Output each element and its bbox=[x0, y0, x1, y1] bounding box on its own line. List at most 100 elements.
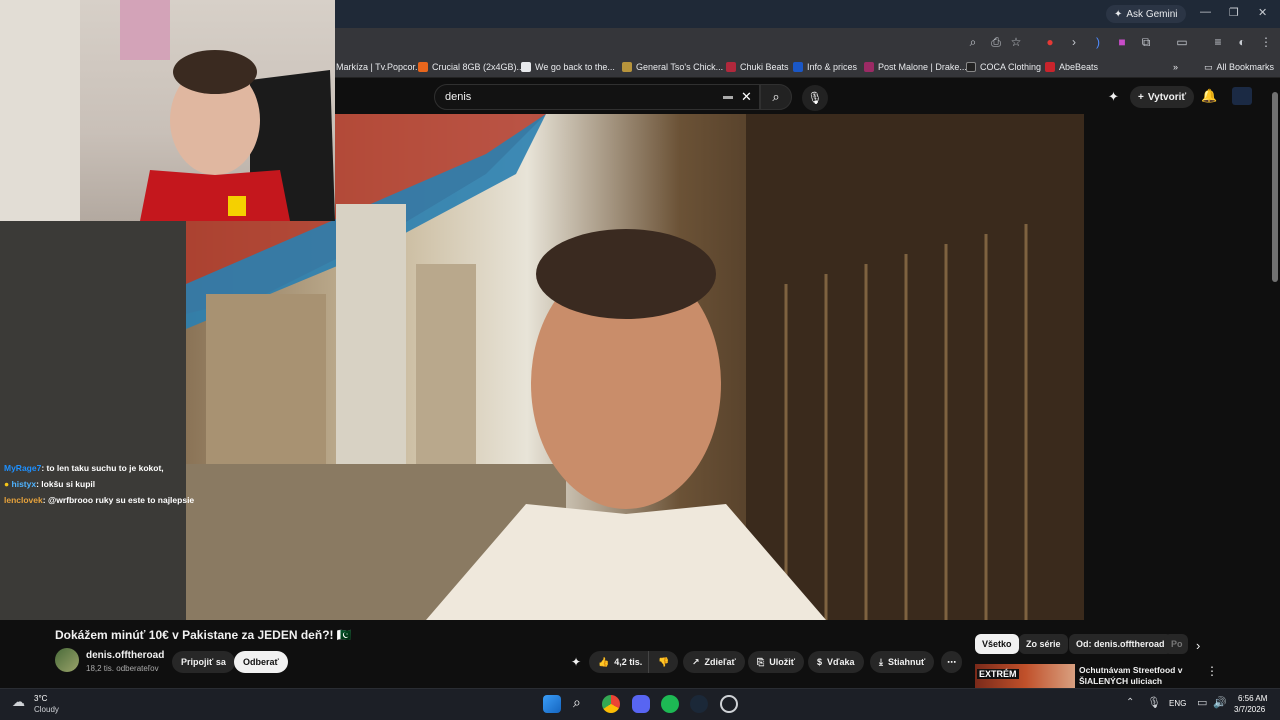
chat-username[interactable]: histyx bbox=[12, 479, 37, 489]
extension-arrow-icon[interactable]: › bbox=[1066, 34, 1082, 50]
steam-taskbar-icon[interactable] bbox=[690, 695, 708, 713]
ai-assist-icon[interactable]: ✦ bbox=[1108, 89, 1119, 105]
super-thanks-icon: $ bbox=[817, 657, 823, 667]
microphone-tray-icon[interactable]: 🎙 bbox=[1147, 696, 1161, 709]
bookmarks-overflow-icon[interactable]: » bbox=[1173, 59, 1178, 75]
create-button[interactable]: + Vytvoriť bbox=[1130, 86, 1195, 108]
thumbs-down-icon: 👎 bbox=[658, 656, 670, 667]
cloudy-weather-icon[interactable]: ☁ bbox=[12, 694, 25, 710]
voice-search-button[interactable]: 🎙 bbox=[802, 85, 828, 111]
chat-message: MyRage7: to len taku suchu to je kokot, bbox=[4, 463, 164, 473]
tray-overflow-icon[interactable]: ⌃ bbox=[1126, 697, 1134, 708]
bookmark-item[interactable]: Chuki Beats bbox=[726, 59, 789, 75]
bookmark-item[interactable]: Post Malone | Drake... bbox=[864, 59, 967, 75]
tab-search-icon[interactable]: ▭ bbox=[1174, 34, 1190, 50]
weather-description: Cloudy bbox=[34, 705, 59, 714]
chat-username[interactable]: lenclovek bbox=[4, 495, 43, 505]
search-icon: ⌕ bbox=[772, 89, 780, 104]
channel-avatar[interactable] bbox=[55, 648, 79, 672]
media-control-icon[interactable]: ≡ bbox=[1210, 34, 1226, 50]
dislike-button[interactable]: 👎 bbox=[648, 651, 679, 673]
extension-audio-icon[interactable]: ) bbox=[1090, 34, 1106, 50]
bookmark-favicon-icon bbox=[622, 62, 632, 72]
gemini-sparkle-icon: ✦ bbox=[1114, 8, 1123, 20]
chat-message: ● histyx: lokšu si kupil bbox=[4, 479, 96, 489]
chip-from-channel[interactable]: Od: denis.offtheroad bbox=[1069, 634, 1172, 654]
recommended-title: Ochutnávam Streetfood v ŠIALENÝCH ulicia… bbox=[1079, 665, 1183, 688]
bookmark-item[interactable]: COCA Clothing bbox=[966, 59, 1041, 75]
like-button[interactable]: 👍 4,2 tis. bbox=[589, 651, 653, 673]
clear-search-icon[interactable]: ✕ bbox=[741, 89, 752, 105]
download-icon: ⤓ bbox=[879, 656, 883, 667]
thanks-button[interactable]: $ Vďaka bbox=[808, 651, 864, 673]
start-windows-icon[interactable] bbox=[543, 695, 561, 713]
microphone-icon: 🎙 bbox=[807, 91, 823, 105]
search-input[interactable]: denis ▬ ✕ bbox=[434, 84, 760, 110]
recommended-video[interactable]: EXTRÉM Ochutnávam Streetfood v ŠIALENÝCH… bbox=[975, 664, 1205, 688]
bookmark-favicon-icon bbox=[966, 62, 976, 72]
share-button[interactable]: ↗ Zdieľať bbox=[683, 651, 745, 673]
streamer-webcam bbox=[0, 0, 335, 221]
save-button[interactable]: ⎘ Uložiť bbox=[748, 651, 805, 673]
install-app-icon[interactable]: ⎙ bbox=[988, 34, 1004, 50]
restore-icon[interactable]: ❐ bbox=[1229, 6, 1239, 19]
profile-avatar-icon[interactable]: ◐ bbox=[1234, 34, 1250, 50]
extensions-puzzle-icon[interactable]: ⧉ bbox=[1138, 34, 1154, 50]
chip-series[interactable]: Zo série bbox=[1019, 634, 1068, 654]
notifications-bell-icon[interactable]: 🔔 bbox=[1201, 88, 1217, 104]
volume-icon[interactable]: 🔊 bbox=[1213, 696, 1227, 709]
bookmark-favicon-icon bbox=[864, 62, 874, 72]
ask-gemini-button[interactable]: ✦ Ask Gemini bbox=[1106, 5, 1186, 23]
bookmark-item[interactable]: Crucial 8GB (2x4GB)... bbox=[418, 59, 524, 75]
browser-menu-icon[interactable]: ⋮ bbox=[1258, 34, 1274, 50]
channel-subscriber-count: 18,2 tis. odberateľov bbox=[86, 664, 159, 673]
bookmark-item[interactable]: Markíza | Tv.Popcor... bbox=[336, 59, 423, 75]
more-vertical-icon[interactable]: ⋮ bbox=[1206, 664, 1218, 678]
bookmark-item[interactable]: General Tso's Chick... bbox=[622, 59, 723, 75]
clock-date[interactable]: 3/7/2026 bbox=[1234, 705, 1265, 714]
weather-temperature[interactable]: 3°C bbox=[34, 694, 47, 703]
bookmark-favicon-icon bbox=[521, 62, 531, 72]
discord-taskbar-icon[interactable] bbox=[632, 695, 650, 713]
chip-overflow[interactable]: Po bbox=[1164, 634, 1188, 654]
bookmark-item[interactable]: AbeBeats bbox=[1045, 59, 1098, 75]
bookmark-favicon-icon bbox=[418, 62, 428, 72]
account-avatar[interactable] bbox=[1232, 87, 1252, 105]
taskbar-search-icon[interactable]: ⌕ bbox=[573, 694, 581, 711]
extension-red-icon[interactable]: ● bbox=[1042, 34, 1058, 50]
page-scrollbar[interactable] bbox=[1272, 92, 1278, 282]
zoom-icon[interactable]: ⌕ bbox=[965, 34, 981, 50]
search-button[interactable]: ⌕ bbox=[760, 84, 792, 110]
close-window-icon[interactable]: ✕ bbox=[1258, 6, 1267, 19]
join-button[interactable]: Pripojiť sa bbox=[172, 651, 235, 673]
extension-purple-icon[interactable]: ■ bbox=[1114, 34, 1130, 50]
download-button[interactable]: ⤓ Stiahnuť bbox=[870, 651, 935, 673]
minimize-icon[interactable]: — bbox=[1200, 6, 1211, 18]
network-icon[interactable]: ▭ bbox=[1197, 696, 1207, 709]
chip-all[interactable]: Všetko bbox=[975, 634, 1019, 654]
chevron-right-icon[interactable]: › bbox=[1196, 638, 1200, 653]
bookmark-item[interactable]: Info & prices bbox=[793, 59, 857, 75]
chat-message: lenclovek: @wrfbrooo ruky su este to naj… bbox=[4, 495, 195, 505]
webcam-frame-illustration bbox=[0, 0, 335, 221]
thumbs-up-icon: 👍 bbox=[598, 656, 610, 667]
channel-name[interactable]: denis.offtheroad bbox=[86, 650, 164, 661]
bookmark-star-icon[interactable]: ☆ bbox=[1008, 34, 1024, 50]
app-taskbar-icon[interactable] bbox=[720, 695, 738, 713]
all-bookmarks-button[interactable]: ▭ All Bookmarks bbox=[1204, 59, 1274, 75]
share-arrow-icon: ↗ bbox=[692, 656, 700, 667]
chat-username[interactable]: MyRage7 bbox=[4, 463, 41, 473]
subscribe-button[interactable]: Odberať bbox=[234, 651, 288, 673]
bookmark-favicon-icon bbox=[793, 62, 803, 72]
clock-time[interactable]: 6:56 AM bbox=[1238, 694, 1267, 703]
keyboard-icon[interactable]: ▬ bbox=[723, 91, 733, 102]
bookmark-item[interactable]: We go back to the... bbox=[521, 59, 615, 75]
bookmark-favicon-icon bbox=[726, 62, 736, 72]
ai-summary-icon[interactable]: ✦ bbox=[571, 655, 581, 669]
chrome-taskbar-icon[interactable] bbox=[602, 695, 620, 713]
language-indicator[interactable]: ENG bbox=[1169, 699, 1186, 708]
spotify-taskbar-icon[interactable] bbox=[661, 695, 679, 713]
recommended-thumbnail: EXTRÉM bbox=[975, 664, 1075, 688]
more-actions-button[interactable]: ⋯ bbox=[941, 651, 962, 673]
folder-icon: ▭ bbox=[1204, 61, 1213, 72]
